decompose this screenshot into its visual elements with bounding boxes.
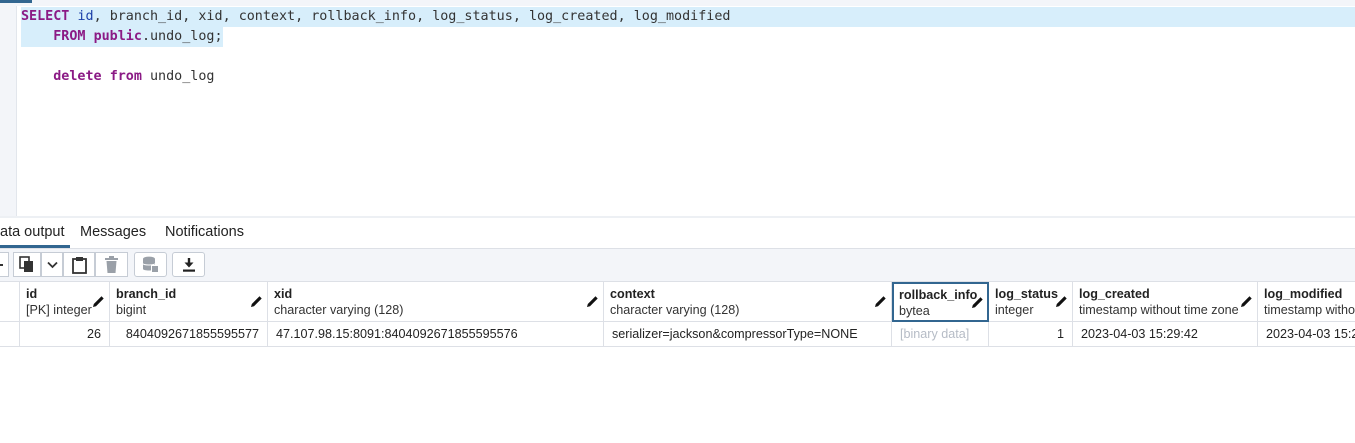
pencil-icon[interactable] bbox=[1240, 295, 1253, 308]
table-cell-context[interactable]: serializer=jackson&compressorType=NONE bbox=[604, 322, 892, 347]
sep: , bbox=[295, 9, 312, 24]
col-id: id bbox=[77, 9, 94, 24]
column-name: context bbox=[610, 287, 655, 301]
dot: . bbox=[141, 29, 150, 44]
tab-label: ata output bbox=[0, 224, 65, 240]
pencil-icon[interactable] bbox=[971, 296, 984, 309]
paste-icon bbox=[71, 256, 87, 274]
sql-editor[interactable]: SELECT id, branch_id, xid, context, roll… bbox=[0, 0, 1355, 216]
col-log-status: log_status bbox=[432, 9, 513, 24]
sep: , bbox=[617, 9, 634, 24]
pencil-icon[interactable] bbox=[250, 295, 263, 308]
sep: , bbox=[93, 9, 110, 24]
pencil-icon[interactable] bbox=[586, 295, 599, 308]
results-tabs: ata output Messages Notifications bbox=[0, 218, 1355, 249]
column-header-branch-id[interactable]: branch_id bigint bbox=[110, 282, 268, 322]
tab-label: Messages bbox=[80, 224, 147, 240]
kw-select: SELECT bbox=[21, 9, 70, 24]
col-xid: xid bbox=[198, 9, 223, 24]
col-rollback-info: rollback_info bbox=[311, 9, 417, 24]
column-type: character varying (128) bbox=[610, 303, 740, 317]
column-type: character varying (128) bbox=[274, 303, 404, 317]
results-toolbar bbox=[0, 249, 1355, 282]
column-header-context[interactable]: context character varying (128) bbox=[604, 282, 892, 322]
semicolon: ; bbox=[214, 29, 223, 44]
table-cell-log-status[interactable]: 1 bbox=[989, 322, 1073, 347]
table-cell-log-modified[interactable]: 2023-04-03 15:2 bbox=[1258, 322, 1355, 347]
editor-tab-accent bbox=[0, 0, 32, 3]
column-header-log-modified[interactable]: log_modified timestamp witho bbox=[1258, 282, 1355, 322]
minus-icon bbox=[0, 263, 3, 266]
column-name: log_modified bbox=[1264, 287, 1343, 301]
table-cell-branch-id[interactable]: 8404092671855595577 bbox=[110, 322, 268, 347]
code-line-1[interactable]: SELECT id, branch_id, xid, context, roll… bbox=[21, 7, 1355, 27]
code-line-2[interactable]: FROM public.undo_log; bbox=[21, 27, 223, 47]
add-row-button[interactable] bbox=[0, 252, 9, 277]
editor-gutter bbox=[0, 6, 17, 216]
sep: , bbox=[182, 9, 199, 24]
table-cell-rollback-info[interactable]: [binary data] bbox=[892, 322, 989, 347]
column-header-id[interactable]: id [PK] integer bbox=[20, 282, 110, 322]
column-name: log_created bbox=[1079, 287, 1150, 301]
row-number-cell[interactable] bbox=[0, 322, 20, 347]
column-type: timestamp witho bbox=[1264, 303, 1355, 317]
sep: , bbox=[416, 9, 433, 24]
kw-from-2: from bbox=[109, 69, 142, 84]
copy-button[interactable] bbox=[13, 252, 41, 277]
col-log-created: log_created bbox=[528, 9, 618, 24]
schema-name: public bbox=[93, 29, 142, 44]
chevron-down-icon bbox=[46, 261, 58, 268]
download-button[interactable] bbox=[172, 252, 205, 277]
code-line-4[interactable]: delete from undo_log bbox=[21, 67, 215, 87]
column-type: bigint bbox=[116, 303, 147, 317]
row-header-corner[interactable] bbox=[0, 282, 20, 322]
table-name: undo_log bbox=[150, 29, 215, 44]
column-header-log-created[interactable]: log_created timestamp without time zone bbox=[1073, 282, 1258, 322]
col-branch-id: branch_id bbox=[109, 9, 183, 24]
table-cell-id[interactable]: 26 bbox=[20, 322, 110, 347]
tab-notifications[interactable]: Notifications bbox=[165, 218, 244, 248]
delete-button[interactable] bbox=[95, 252, 128, 277]
column-header-rollback-info[interactable]: rollback_info bytea bbox=[892, 282, 989, 322]
code-area[interactable]: SELECT id, branch_id, xid, context, roll… bbox=[17, 6, 1355, 216]
tab-data-output[interactable]: ata output bbox=[0, 218, 70, 248]
pencil-icon[interactable] bbox=[874, 295, 887, 308]
kw-delete: delete bbox=[53, 69, 102, 84]
table-cell-log-created[interactable]: 2023-04-03 15:29:42 bbox=[1073, 322, 1258, 347]
column-header-xid[interactable]: xid character varying (128) bbox=[268, 282, 604, 322]
database-save-icon bbox=[142, 256, 159, 273]
column-header-log-status[interactable]: log_status integer bbox=[989, 282, 1073, 322]
column-type: timestamp without time zone bbox=[1079, 303, 1239, 317]
pencil-icon[interactable] bbox=[92, 295, 105, 308]
trash-icon bbox=[105, 256, 118, 273]
paste-button[interactable] bbox=[63, 252, 95, 277]
table-name-2: undo_log bbox=[150, 69, 215, 84]
col-context: context bbox=[238, 9, 296, 24]
kw-from: FROM bbox=[53, 29, 86, 44]
download-icon bbox=[182, 258, 195, 272]
column-name: xid bbox=[274, 287, 293, 301]
sep: , bbox=[222, 9, 239, 24]
sep: , bbox=[512, 9, 529, 24]
col-log-modified: log_modified bbox=[633, 9, 731, 24]
table-cell-xid[interactable]: 47.107.98.15:8091:8404092671855595576 bbox=[268, 322, 604, 347]
column-name: branch_id bbox=[116, 287, 177, 301]
save-data-button[interactable] bbox=[134, 252, 167, 277]
data-grid: id [PK] integer branch_id bigint xid cha… bbox=[0, 282, 1355, 347]
copy-options-dropdown[interactable] bbox=[41, 252, 63, 277]
tab-messages[interactable]: Messages bbox=[80, 218, 146, 248]
tab-label: Notifications bbox=[165, 224, 244, 240]
pencil-icon[interactable] bbox=[1055, 295, 1068, 308]
copy-icon bbox=[19, 256, 33, 272]
